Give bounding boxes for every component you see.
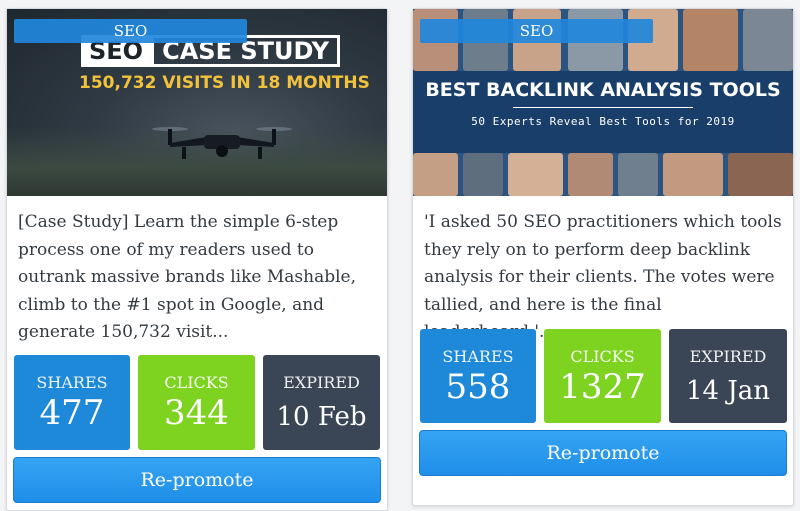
expert-photo bbox=[683, 9, 738, 71]
thumbnail-subtitle: 50 Experts Reveal Best Tools for 2019 bbox=[471, 115, 735, 128]
expired-label: EXPIRED bbox=[689, 347, 767, 366]
expert-photo bbox=[568, 153, 613, 196]
thumbnail-divider bbox=[513, 107, 693, 108]
clicks-stat: CLICKS 344 bbox=[138, 355, 255, 450]
shares-stat: SHARES 558 bbox=[420, 329, 536, 423]
thumbnail-subtitle: 150,732 VISITS IN 18 MONTHS bbox=[79, 73, 370, 93]
post-description: [Case Study] Learn the simple 6-step pro… bbox=[18, 212, 357, 342]
post-card-2: BEST BACKLINK ANALYSIS TOOLS 50 Experts … bbox=[412, 8, 794, 506]
post-card-1: SEO CASE STUDY 150,732 VISITS IN 18 MONT… bbox=[6, 8, 388, 511]
category-badge: SEO bbox=[14, 19, 247, 43]
clicks-stat: CLICKS 1327 bbox=[544, 329, 661, 423]
expert-photo bbox=[463, 153, 503, 196]
shares-label: SHARES bbox=[442, 347, 514, 366]
expert-photo bbox=[508, 153, 563, 196]
clicks-label: CLICKS bbox=[570, 347, 635, 366]
drone-image bbox=[152, 127, 292, 159]
clicks-value: 344 bbox=[164, 393, 229, 433]
shares-label: SHARES bbox=[36, 373, 108, 392]
expired-stat: EXPIRED 10 Feb bbox=[263, 355, 380, 450]
expired-value: 14 Jan bbox=[685, 376, 771, 406]
category-badge: SEO bbox=[420, 19, 653, 43]
clicks-label: CLICKS bbox=[164, 373, 229, 392]
clicks-value: 1327 bbox=[559, 367, 646, 407]
expert-photo bbox=[413, 153, 458, 196]
expired-value: 10 Feb bbox=[276, 402, 367, 432]
expert-photo bbox=[743, 9, 793, 71]
shares-stat: SHARES 477 bbox=[14, 355, 130, 450]
shares-value: 477 bbox=[39, 393, 105, 433]
post-description: 'I asked 50 SEO practitioners which tool… bbox=[424, 212, 782, 342]
repromote-button[interactable]: Re-promote bbox=[13, 457, 381, 503]
expert-photo bbox=[663, 153, 723, 196]
expert-photo bbox=[728, 153, 793, 196]
thumbnail-title: BEST BACKLINK ANALYSIS TOOLS bbox=[425, 79, 781, 101]
shares-value: 558 bbox=[445, 367, 511, 407]
expired-stat: EXPIRED 14 Jan bbox=[669, 329, 787, 423]
expired-label: EXPIRED bbox=[283, 373, 360, 392]
expert-photo bbox=[618, 153, 658, 196]
repromote-button[interactable]: Re-promote bbox=[419, 430, 787, 476]
